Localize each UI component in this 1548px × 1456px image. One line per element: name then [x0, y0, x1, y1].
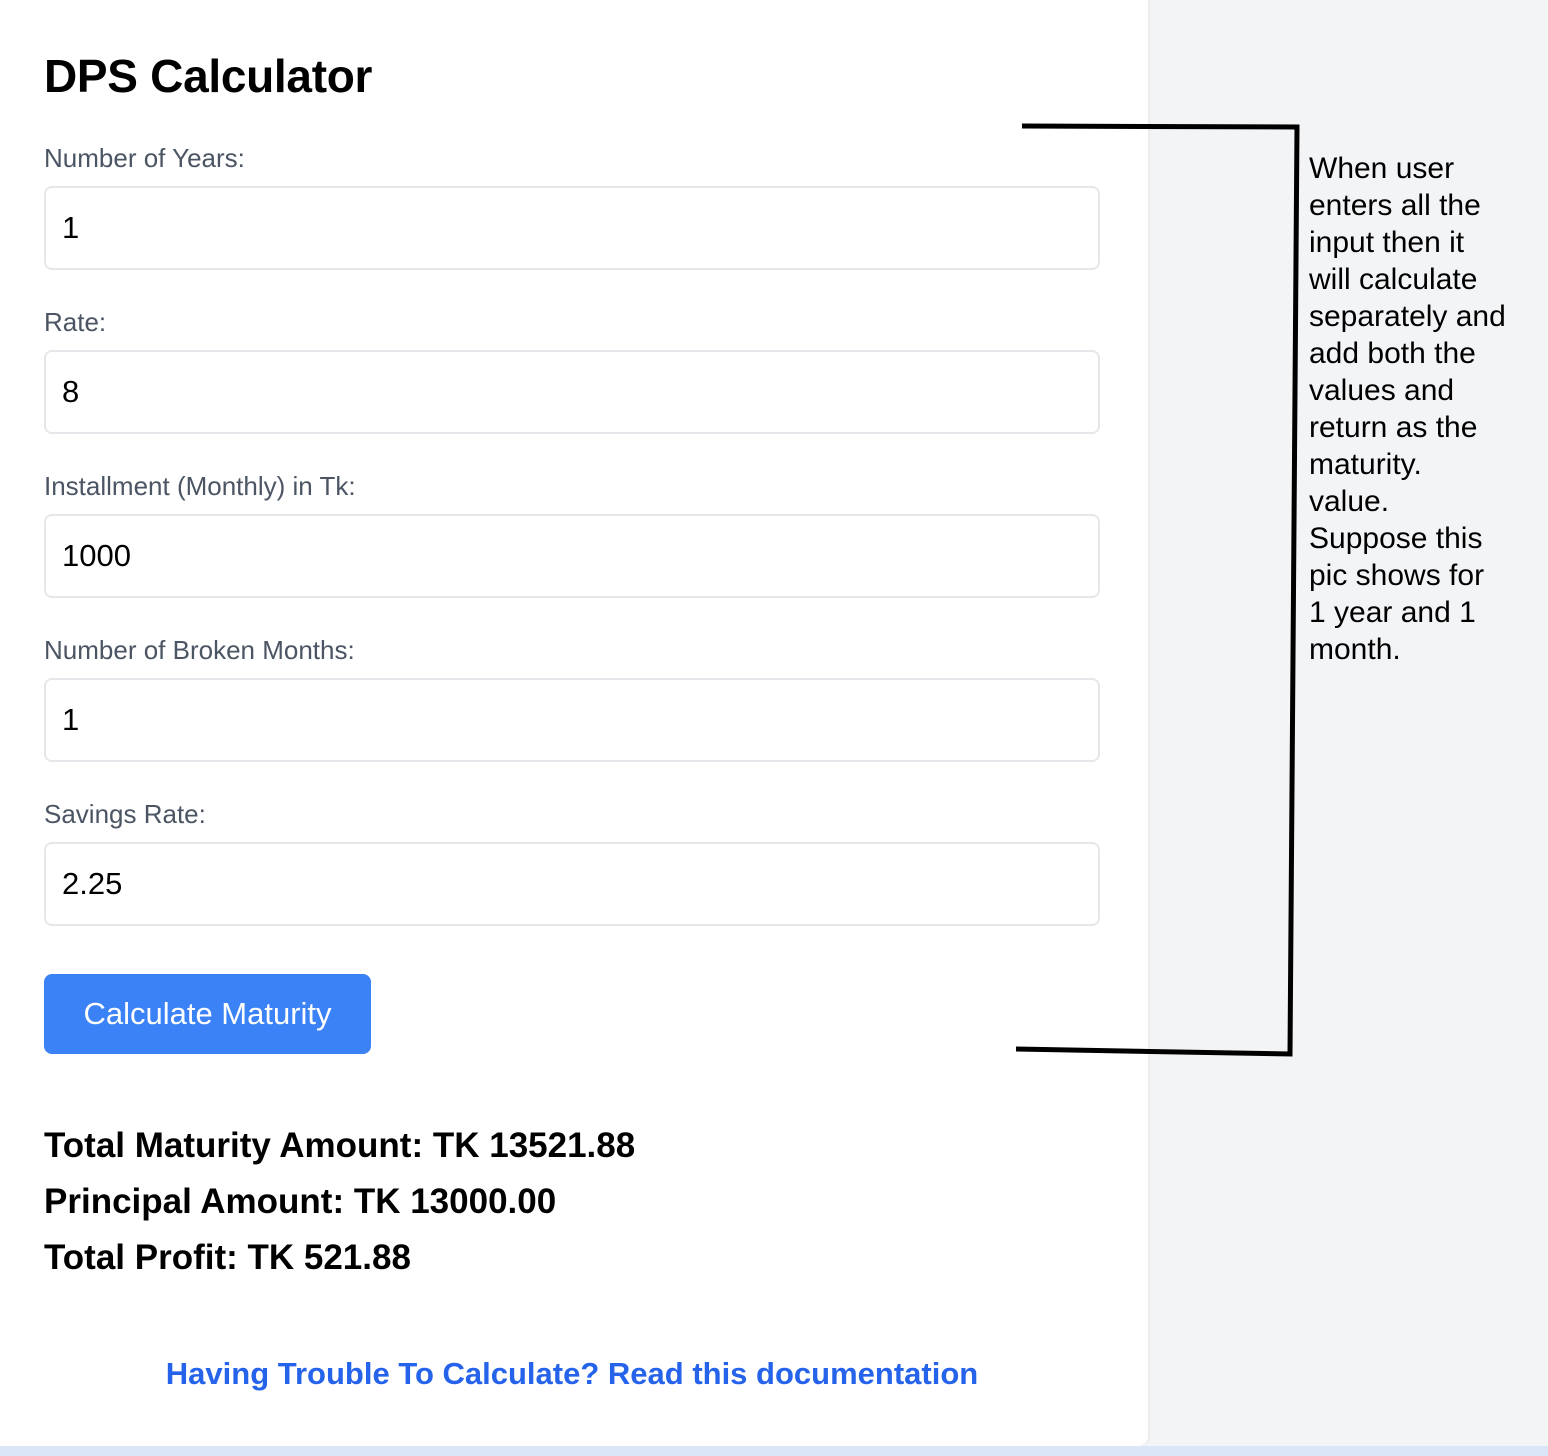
rate-input[interactable] [44, 350, 1100, 434]
calculate-maturity-button[interactable]: Calculate Maturity [44, 974, 371, 1054]
annotation-line: pic shows for [1309, 559, 1485, 592]
annotation-line: return as the [1309, 411, 1478, 444]
years-input[interactable] [44, 186, 1100, 270]
annotation-line: values and [1309, 374, 1455, 407]
broken-months-input[interactable] [44, 678, 1100, 762]
page-footer-strip [0, 1446, 1548, 1456]
annotation-line: month. [1309, 633, 1401, 666]
principal-result: Principal Amount: TK 13000.00 [44, 1182, 557, 1221]
total-maturity-result: Total Maturity Amount: TK 13521.88 [44, 1126, 636, 1165]
annotation-line: input then it [1309, 226, 1465, 259]
annotation-line: enters all the [1309, 189, 1481, 222]
annotation-line: separately and [1309, 300, 1506, 333]
years-label: Number of Years: [44, 143, 245, 173]
annotation-note: When user enters all the input then it w… [1309, 150, 1541, 668]
annotation-line: add both the [1309, 337, 1476, 370]
installment-input[interactable] [44, 514, 1100, 598]
savings-rate-label: Savings Rate: [44, 799, 206, 829]
annotation-line: 1 year and 1 [1309, 596, 1476, 629]
total-profit-result: Total Profit: TK 521.88 [44, 1238, 411, 1277]
savings-rate-input[interactable] [44, 842, 1100, 926]
page-title: DPS Calculator [44, 50, 373, 102]
broken-months-label: Number of Broken Months: [44, 635, 355, 665]
documentation-link[interactable]: Having Trouble To Calculate? Read this d… [0, 1354, 1144, 1394]
installment-label: Installment (Monthly) in Tk: [44, 471, 356, 501]
annotation-line: Suppose this [1309, 522, 1483, 555]
annotation-line: maturity. [1309, 448, 1422, 481]
annotation-line: When user [1309, 152, 1455, 185]
annotation-line: value. [1309, 485, 1390, 518]
calculator-card: DPS Calculator Number of Years: Rate: In… [0, 0, 1148, 1446]
rate-label: Rate: [44, 307, 107, 337]
annotation-line: will calculate [1309, 263, 1478, 296]
